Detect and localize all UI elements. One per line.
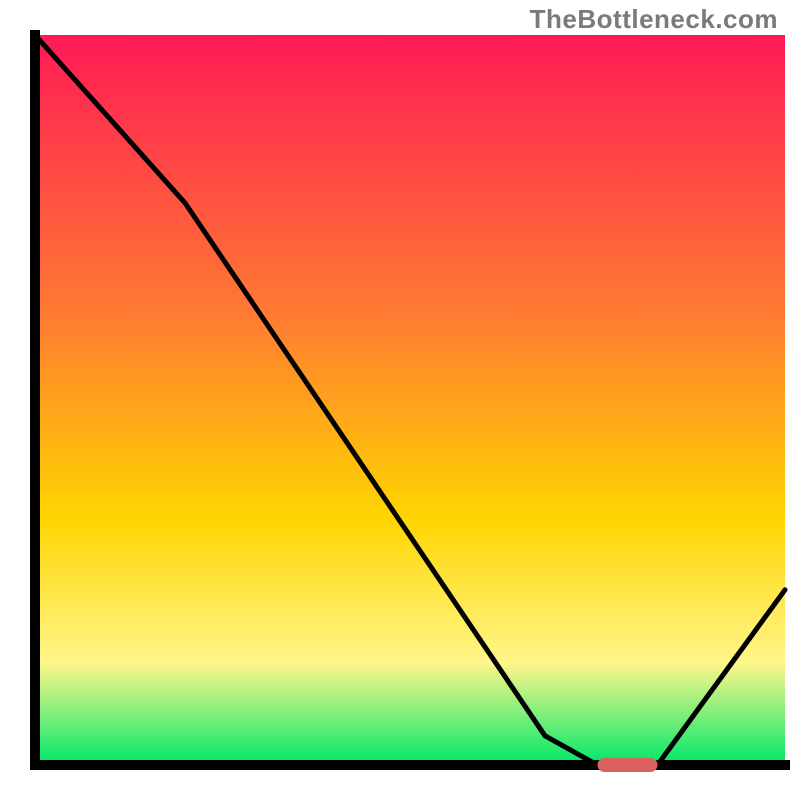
watermark-text: TheBottleneck.com xyxy=(530,4,778,35)
optimum-marker xyxy=(598,758,658,772)
bottleneck-chart xyxy=(0,0,800,800)
gradient-background xyxy=(35,35,785,765)
chart-frame: TheBottleneck.com xyxy=(0,0,800,800)
